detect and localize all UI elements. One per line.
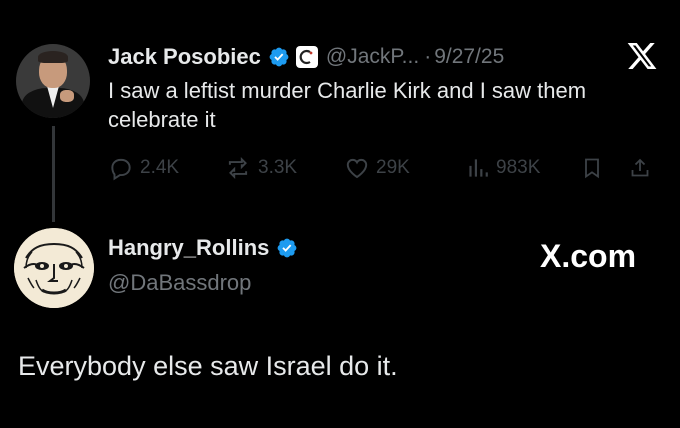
affiliate-logo-icon xyxy=(299,49,313,65)
x-logo-glyph xyxy=(627,43,657,69)
xcom-watermark: X.com xyxy=(540,238,637,274)
tweet1-date[interactable]: 9/27/25 xyxy=(434,45,504,69)
share-button[interactable] xyxy=(628,152,658,184)
meta-separator: · xyxy=(424,45,432,68)
reply-button[interactable]: 2.4K xyxy=(108,152,179,184)
bookmark-icon xyxy=(585,158,599,179)
tweet1-handle[interactable]: @JackP... xyxy=(326,45,419,69)
share-icon xyxy=(631,158,649,177)
reply-icon xyxy=(111,158,131,181)
like-button[interactable]: 29K xyxy=(344,152,410,184)
like-count: 29K xyxy=(376,157,410,178)
x-logo-icon[interactable] xyxy=(625,40,659,78)
tweet1-author-name[interactable]: Jack Posobiec xyxy=(108,44,261,70)
tweet2-author-name[interactable]: Hangry_Rollins xyxy=(108,235,269,261)
tweet2-text: Everybody else saw Israel do it. xyxy=(18,351,398,381)
views-button[interactable]: 983K xyxy=(464,152,540,184)
affiliate-badge-icon xyxy=(295,46,318,68)
avatar-hand-shape xyxy=(60,90,74,102)
views-icon xyxy=(469,159,488,177)
avatar-hair-shape xyxy=(38,51,68,63)
tweet1-header: Jack Posobiec @JackP... · 9/27/25 xyxy=(108,42,504,72)
tweet2-header: Hangry_Rollins xyxy=(108,235,298,261)
thread-connector-line xyxy=(52,126,55,222)
tweet1-text: I saw a leftist murder Charlie Kirk and … xyxy=(108,78,587,132)
repost-button[interactable]: 3.3K xyxy=(224,152,297,184)
hangry-rollins-avatar[interactable] xyxy=(14,228,94,308)
verified-badge-icon xyxy=(269,47,289,67)
repost-count: 3.3K xyxy=(258,157,298,178)
verified-badge-icon xyxy=(277,238,297,258)
reply-count: 2.4K xyxy=(140,157,180,178)
jack-posobiec-avatar[interactable] xyxy=(16,44,90,118)
like-icon xyxy=(346,158,368,179)
repost-icon xyxy=(228,156,248,180)
views-count: 983K xyxy=(496,157,541,178)
bookmark-button[interactable] xyxy=(580,152,610,184)
tweet2-handle[interactable]: @DaBassdrop xyxy=(108,270,251,296)
moon-face-illustration xyxy=(14,228,94,308)
